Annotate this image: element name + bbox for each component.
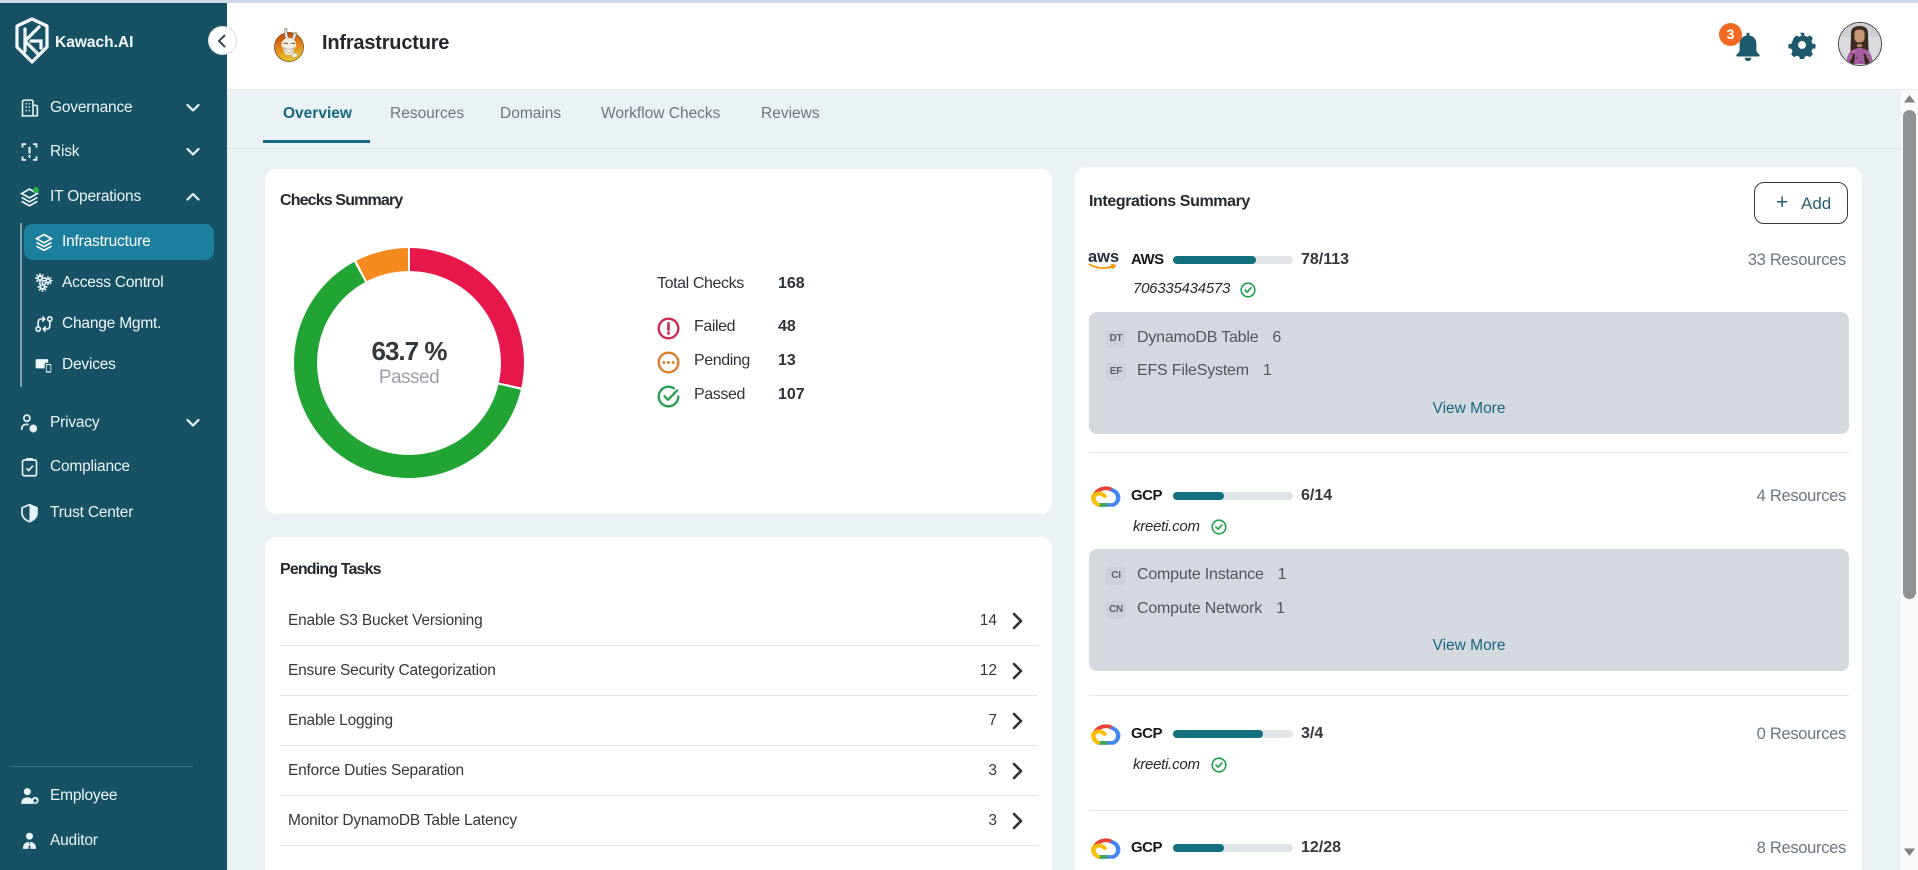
- svg-text:aws: aws: [1088, 248, 1119, 266]
